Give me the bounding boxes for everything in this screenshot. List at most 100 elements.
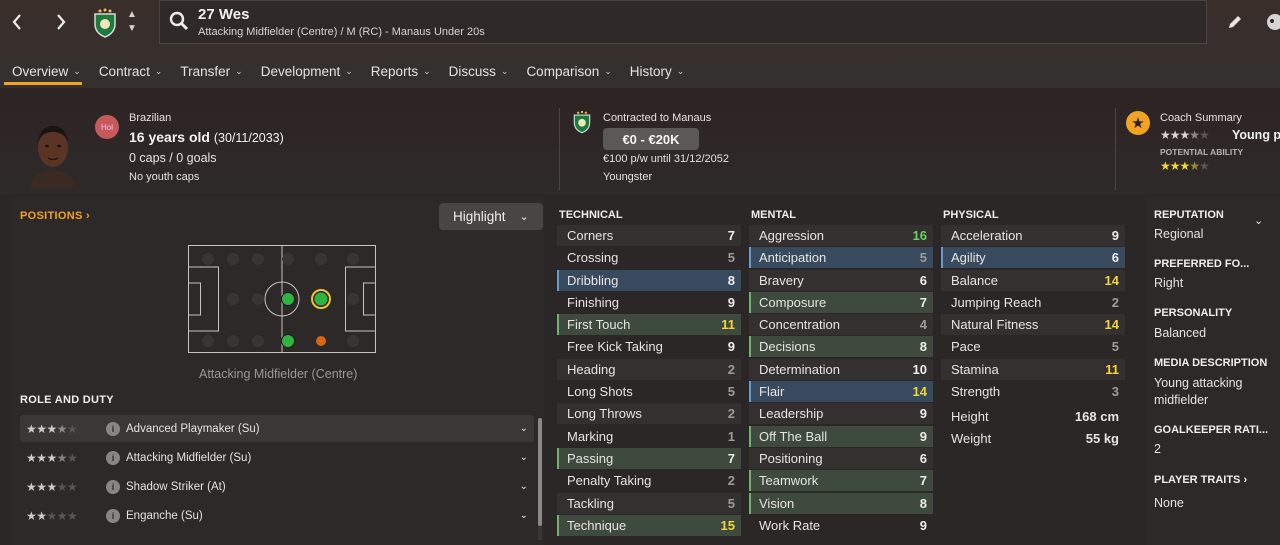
attribute-row[interactable]: Corners 7: [557, 225, 741, 246]
attribute-row[interactable]: Dribbling 8: [557, 269, 741, 291]
highlight-dropdown[interactable]: Highlight ⌄: [439, 203, 543, 230]
attribute-row[interactable]: Bravery 6: [749, 269, 933, 291]
coach-summary-label: Coach Summary: [1160, 112, 1242, 124]
info-icon[interactable]: i: [106, 421, 120, 436]
attribute-value: 8: [727, 272, 735, 288]
chevron-right-icon: ›: [1243, 474, 1248, 486]
player-face-image: [22, 118, 84, 188]
chevron-down-icon[interactable]: ⌄: [520, 481, 528, 492]
attribute-row[interactable]: Tackling 5: [557, 492, 741, 514]
info-icon[interactable]: i: [106, 508, 120, 523]
attribute-row[interactable]: Flair 14: [749, 381, 933, 403]
info-icon[interactable]: i: [106, 450, 120, 465]
tab-discuss[interactable]: Discuss ⌄: [437, 58, 515, 84]
attribute-name: Tackling: [567, 495, 614, 511]
attribute-row[interactable]: Off The Ball 9: [749, 425, 933, 447]
attribute-row[interactable]: Penalty Taking 2: [557, 470, 741, 491]
attribute-row[interactable]: Heading 2: [557, 358, 741, 380]
attribute-value: 9: [1111, 228, 1119, 243]
role-row[interactable]: ★★★★★ i Attacking Midfielder (Su) ⌄: [20, 444, 534, 471]
attribute-row[interactable]: Positioning 6: [749, 447, 933, 469]
scrollbar-thumb[interactable]: [538, 418, 542, 526]
attribute-row[interactable]: Aggression 16: [749, 225, 933, 246]
chevron-down-icon[interactable]: ⌄: [1254, 214, 1263, 227]
info-icon[interactable]: i: [106, 479, 120, 494]
attribute-name: Marking: [567, 428, 614, 444]
attribute-row[interactable]: Acceleration 9: [941, 225, 1125, 246]
attribute-name: Decisions: [759, 339, 816, 355]
attribute-row[interactable]: Concentration 4: [749, 314, 933, 336]
attribute-row[interactable]: Passing 7: [557, 447, 741, 469]
forward-arrow-icon[interactable]: [50, 8, 72, 36]
attribute-row[interactable]: Marking 1: [557, 426, 741, 447]
attribute-name: First Touch: [567, 317, 631, 333]
tab-transfer[interactable]: Transfer ⌄: [168, 58, 248, 84]
attribute-value: 2: [727, 473, 735, 489]
tab-comparison[interactable]: Comparison ⌄: [514, 58, 617, 84]
attribute-row[interactable]: Long Shots 5: [557, 381, 741, 402]
globe-icon[interactable]: [1265, 12, 1280, 32]
attribute-row[interactable]: Stamina 11: [941, 358, 1125, 380]
current-ability-stars: ★★★★★: [1160, 127, 1210, 142]
attribute-value: 9: [727, 339, 735, 355]
club-crest-icon[interactable]: [92, 8, 118, 38]
role-row[interactable]: ★★★★★ i Advanced Playmaker (Su) ⌄: [20, 415, 534, 442]
search-icon[interactable]: [168, 10, 190, 32]
attribute-row[interactable]: Finishing 9: [557, 292, 741, 313]
chevron-up-icon[interactable]: ▲: [127, 9, 137, 20]
goalkeeper-rating-label: GOALKEEPER RATI...: [1154, 424, 1269, 436]
attribute-row[interactable]: Strength 3: [941, 381, 1125, 402]
positions-heading-link[interactable]: POSITIONS ›: [20, 210, 90, 222]
attribute-row[interactable]: Free Kick Taking 9: [557, 336, 741, 357]
chevron-down-icon[interactable]: ⌄: [520, 452, 528, 463]
edit-pencil-icon[interactable]: [1225, 12, 1245, 32]
transfer-value-badge[interactable]: €0 - €20K: [603, 128, 699, 150]
chevron-down-icon[interactable]: ▼: [127, 23, 137, 34]
chevron-down-icon[interactable]: ⌄: [520, 423, 528, 434]
attribute-row[interactable]: Balance 14: [941, 269, 1125, 291]
role-row[interactable]: ★★★★★ i Shadow Striker (At) ⌄: [20, 473, 534, 500]
attribute-row[interactable]: Jumping Reach 2: [941, 292, 1125, 313]
attribute-row[interactable]: First Touch 11: [557, 314, 741, 336]
divider: [559, 108, 560, 190]
role-row[interactable]: ★★★★★ i Enganche (Su) ⌄: [20, 502, 534, 529]
star-icon: ★★★: [1160, 128, 1190, 142]
empty-star-icon: ★★★: [46, 508, 78, 523]
attribute-value: 7: [919, 294, 927, 310]
contract-club: Contracted to Manaus: [603, 112, 712, 124]
tab-contract[interactable]: Contract ⌄: [87, 58, 169, 84]
player-traits-link[interactable]: PLAYER TRAITS ›: [1154, 474, 1280, 486]
chevron-down-icon[interactable]: ⌄: [520, 510, 528, 521]
attribute-row[interactable]: Decisions 8: [749, 336, 933, 358]
tab-history[interactable]: History ⌄: [618, 58, 691, 84]
club-crest-icon: [572, 110, 592, 134]
attribute-row[interactable]: Long Throws 2: [557, 403, 741, 425]
attribute-row[interactable]: Crossing 5: [557, 247, 741, 268]
attribute-row[interactable]: Agility 6: [941, 247, 1125, 269]
attribute-row[interactable]: Vision 8: [749, 492, 933, 514]
attribute-row[interactable]: Pace 5: [941, 336, 1125, 357]
attribute-value: 16: [912, 228, 927, 243]
attribute-value: 6: [1111, 250, 1119, 266]
attribute-row[interactable]: Work Rate 9: [749, 515, 933, 536]
attribute-row[interactable]: Technique 15: [557, 514, 741, 536]
height-label: Height: [951, 409, 989, 424]
tab-reports[interactable]: Reports ⌄: [359, 58, 437, 84]
tab-label: Development: [260, 63, 341, 79]
tab-development[interactable]: Development ⌄: [249, 58, 359, 84]
tab-label: History: [629, 63, 672, 79]
tab-overview[interactable]: Overview ⌄: [0, 58, 87, 84]
attribute-row[interactable]: Composure 7: [749, 291, 933, 313]
attribute-row[interactable]: Anticipation 5: [749, 247, 933, 269]
attribute-row[interactable]: Leadership 9: [749, 403, 933, 425]
position-name: Attacking Midfielder (Centre): [199, 367, 358, 381]
height-row: Height 168 cm: [941, 406, 1125, 427]
attribute-row[interactable]: Determination 10: [749, 358, 933, 380]
attribute-row[interactable]: Natural Fitness 14: [941, 314, 1125, 336]
role-name: Shadow Striker (At): [126, 480, 226, 493]
youth-caps: No youth caps: [129, 171, 200, 183]
attribute-name: Long Shots: [567, 384, 633, 400]
reputation-value: Regional: [1154, 227, 1204, 241]
attribute-row[interactable]: Teamwork 7: [749, 470, 933, 492]
back-arrow-icon[interactable]: [6, 8, 28, 36]
